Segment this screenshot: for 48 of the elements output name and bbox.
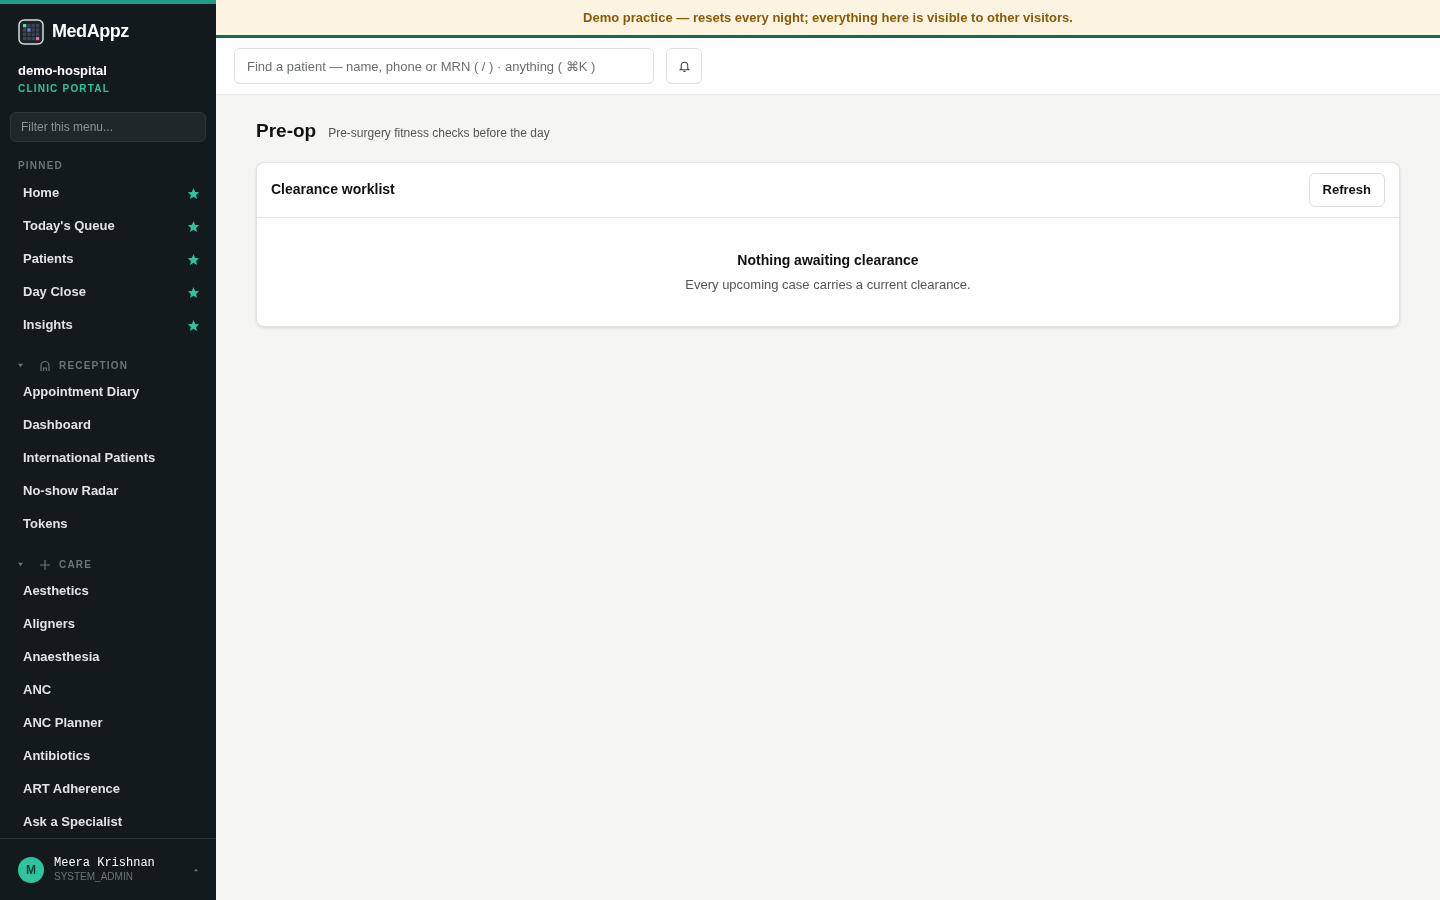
nav-link[interactable]: Home (23, 183, 60, 203)
empty-title: Nothing awaiting clearance (737, 250, 919, 270)
user-name: Meera Krishnan (54, 855, 156, 871)
nav-link[interactable]: Patients (23, 249, 74, 269)
nav-link[interactable]: Anaesthesia (23, 647, 100, 667)
star-icon[interactable] (187, 219, 200, 233)
nav-link[interactable]: ART Adherence (23, 779, 121, 799)
building-icon (39, 359, 51, 372)
nav-link[interactable]: Appointment Diary (23, 382, 140, 402)
user-role: SYSTEM_ADMIN (54, 870, 134, 884)
nav-link[interactable]: Day Close (23, 282, 86, 302)
filter-field[interactable]: Filter this menu... (10, 111, 206, 142)
nav-link[interactable]: Antibiotics (23, 746, 91, 766)
refresh-button[interactable]: Refresh (1308, 172, 1385, 207)
nav-link[interactable]: ANC Planner (23, 713, 103, 733)
demo-banner: Demo practice — resets every night; everything here is visible to other visitors. (216, 0, 1440, 38)
nav-link[interactable]: Ask a Specialist (23, 812, 122, 832)
nav-link[interactable]: Insights (23, 315, 73, 335)
portal-label: CLINIC PORTAL (18, 81, 112, 96)
bell-icon (677, 59, 691, 73)
star-icon[interactable] (187, 285, 200, 299)
search-field[interactable]: Find a patient — name, phone or MRN ( / ) · anything ( ⌘K ) (234, 48, 654, 84)
star-icon[interactable] (187, 186, 200, 200)
page-title: Pre-op (256, 119, 317, 143)
org-name: demo-hospital (18, 62, 108, 80)
nav-link[interactable]: No-show Radar (23, 481, 119, 501)
page-subtitle: Pre-surgery fitness checks before the day (328, 125, 550, 142)
nav-link[interactable]: Today's Queue (23, 216, 115, 236)
user-avatar[interactable]: M (18, 856, 44, 883)
caret-icon[interactable] (18, 562, 23, 567)
brand-name: MedAppz (52, 20, 129, 43)
group-heading[interactable]: RECEPTION (59, 358, 129, 373)
logo-icon (18, 18, 44, 45)
section-heading: PINNED (17, 158, 64, 173)
nav-link[interactable]: ANC (23, 680, 52, 700)
notifications-button[interactable] (666, 48, 702, 84)
nav-link[interactable]: Aesthetics (23, 581, 89, 601)
plus-icon (39, 558, 51, 571)
star-icon[interactable] (187, 318, 200, 332)
nav-link[interactable]: Tokens (23, 514, 68, 534)
caret-icon[interactable] (18, 363, 23, 368)
star-icon[interactable] (187, 252, 200, 266)
group-heading[interactable]: CARE (59, 557, 93, 572)
nav-link[interactable]: Aligners (23, 614, 75, 634)
nav-link[interactable]: Dashboard (23, 415, 91, 435)
empty-text: Every upcoming case carries a current clearance. (685, 275, 971, 294)
nav-link[interactable]: International Patients (23, 448, 156, 468)
card-title: Clearance worklist (271, 180, 395, 199)
